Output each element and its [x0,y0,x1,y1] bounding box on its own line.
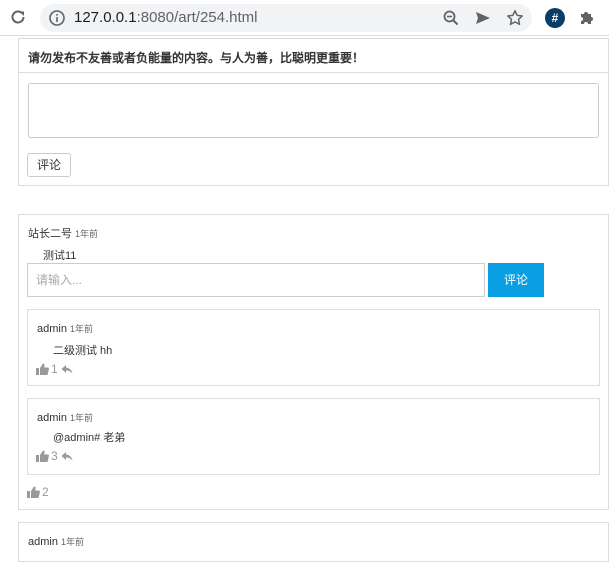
reply-author[interactable]: admin [37,412,67,424]
thumbs-up-icon[interactable] [36,362,49,376]
reply-actions: 3 [36,449,73,463]
reply-item: admin 1年前 二级测试 hh 1 [27,309,600,386]
reply-author[interactable]: admin [37,323,67,335]
zoom-icon[interactable] [442,9,460,27]
hash-extension-icon[interactable]: # [545,8,565,28]
comment-notice: 请勿发布不友善或者负能量的内容。与人为善，比聪明更重要！ [28,51,365,65]
comment-time: 1年前 [75,229,99,239]
comment-author[interactable]: admin [28,536,58,548]
reload-icon[interactable] [8,7,28,27]
url-host: 127.0.0.1 [74,9,137,26]
thumbs-up-icon[interactable] [27,485,40,499]
url-path: :8080/art/254.html [136,9,258,26]
comment-item: 站长二号1年前 测试11 评论 admin1年前 二级测试 hh 1 admin… [18,214,609,510]
reply-header: admin 1年前 [37,408,93,426]
url-text[interactable]: 127.0.0.1:8080/art/254.html [74,9,257,27]
reply-submit-button[interactable]: 评论 [488,263,544,297]
comment-time: 1年前 [60,537,84,547]
reply-input[interactable] [27,263,485,297]
reply-icon[interactable] [61,362,73,376]
comment-header: 站长二号 1年前 [28,224,98,242]
thumbs-up-icon[interactable] [36,449,49,463]
reply-item: admin 1年前 @admin# 老弟 3 [27,398,600,475]
comment-header: admin 1年前 [28,532,84,550]
star-icon[interactable] [506,9,524,27]
info-icon[interactable] [48,9,66,27]
comment-actions: 2 [27,485,52,499]
comment-content: 测试11 [43,250,77,262]
comment-textarea[interactable] [28,83,599,138]
browser-toolbar: 127.0.0.1:8080/art/254.html # [0,0,609,36]
like-count: 1 [51,362,58,376]
reply-time: 1年前 [69,413,93,423]
comment-author[interactable]: 站长二号 [28,228,72,240]
like-count: 2 [42,485,49,499]
comment-form: 请勿发布不友善或者负能量的内容。与人为善，比聪明更重要！ 评论 [18,38,609,186]
reply-icon[interactable] [61,449,73,463]
reply-content: @admin# 老弟 [53,432,126,444]
reply-actions: 1 [36,362,73,376]
notice-divider [19,72,608,73]
reply-header: admin 1年前 [37,319,93,337]
puzzle-icon[interactable] [577,8,597,28]
reply-content: 二级测试 hh [53,345,113,357]
comment-item: admin 1年前 [18,522,609,562]
address-bar[interactable]: 127.0.0.1:8080/art/254.html [40,4,532,32]
reply-time: 1年前 [69,324,93,334]
send-icon[interactable] [474,9,492,27]
comment-submit-button[interactable]: 评论 [27,153,71,177]
like-count: 3 [51,449,58,463]
